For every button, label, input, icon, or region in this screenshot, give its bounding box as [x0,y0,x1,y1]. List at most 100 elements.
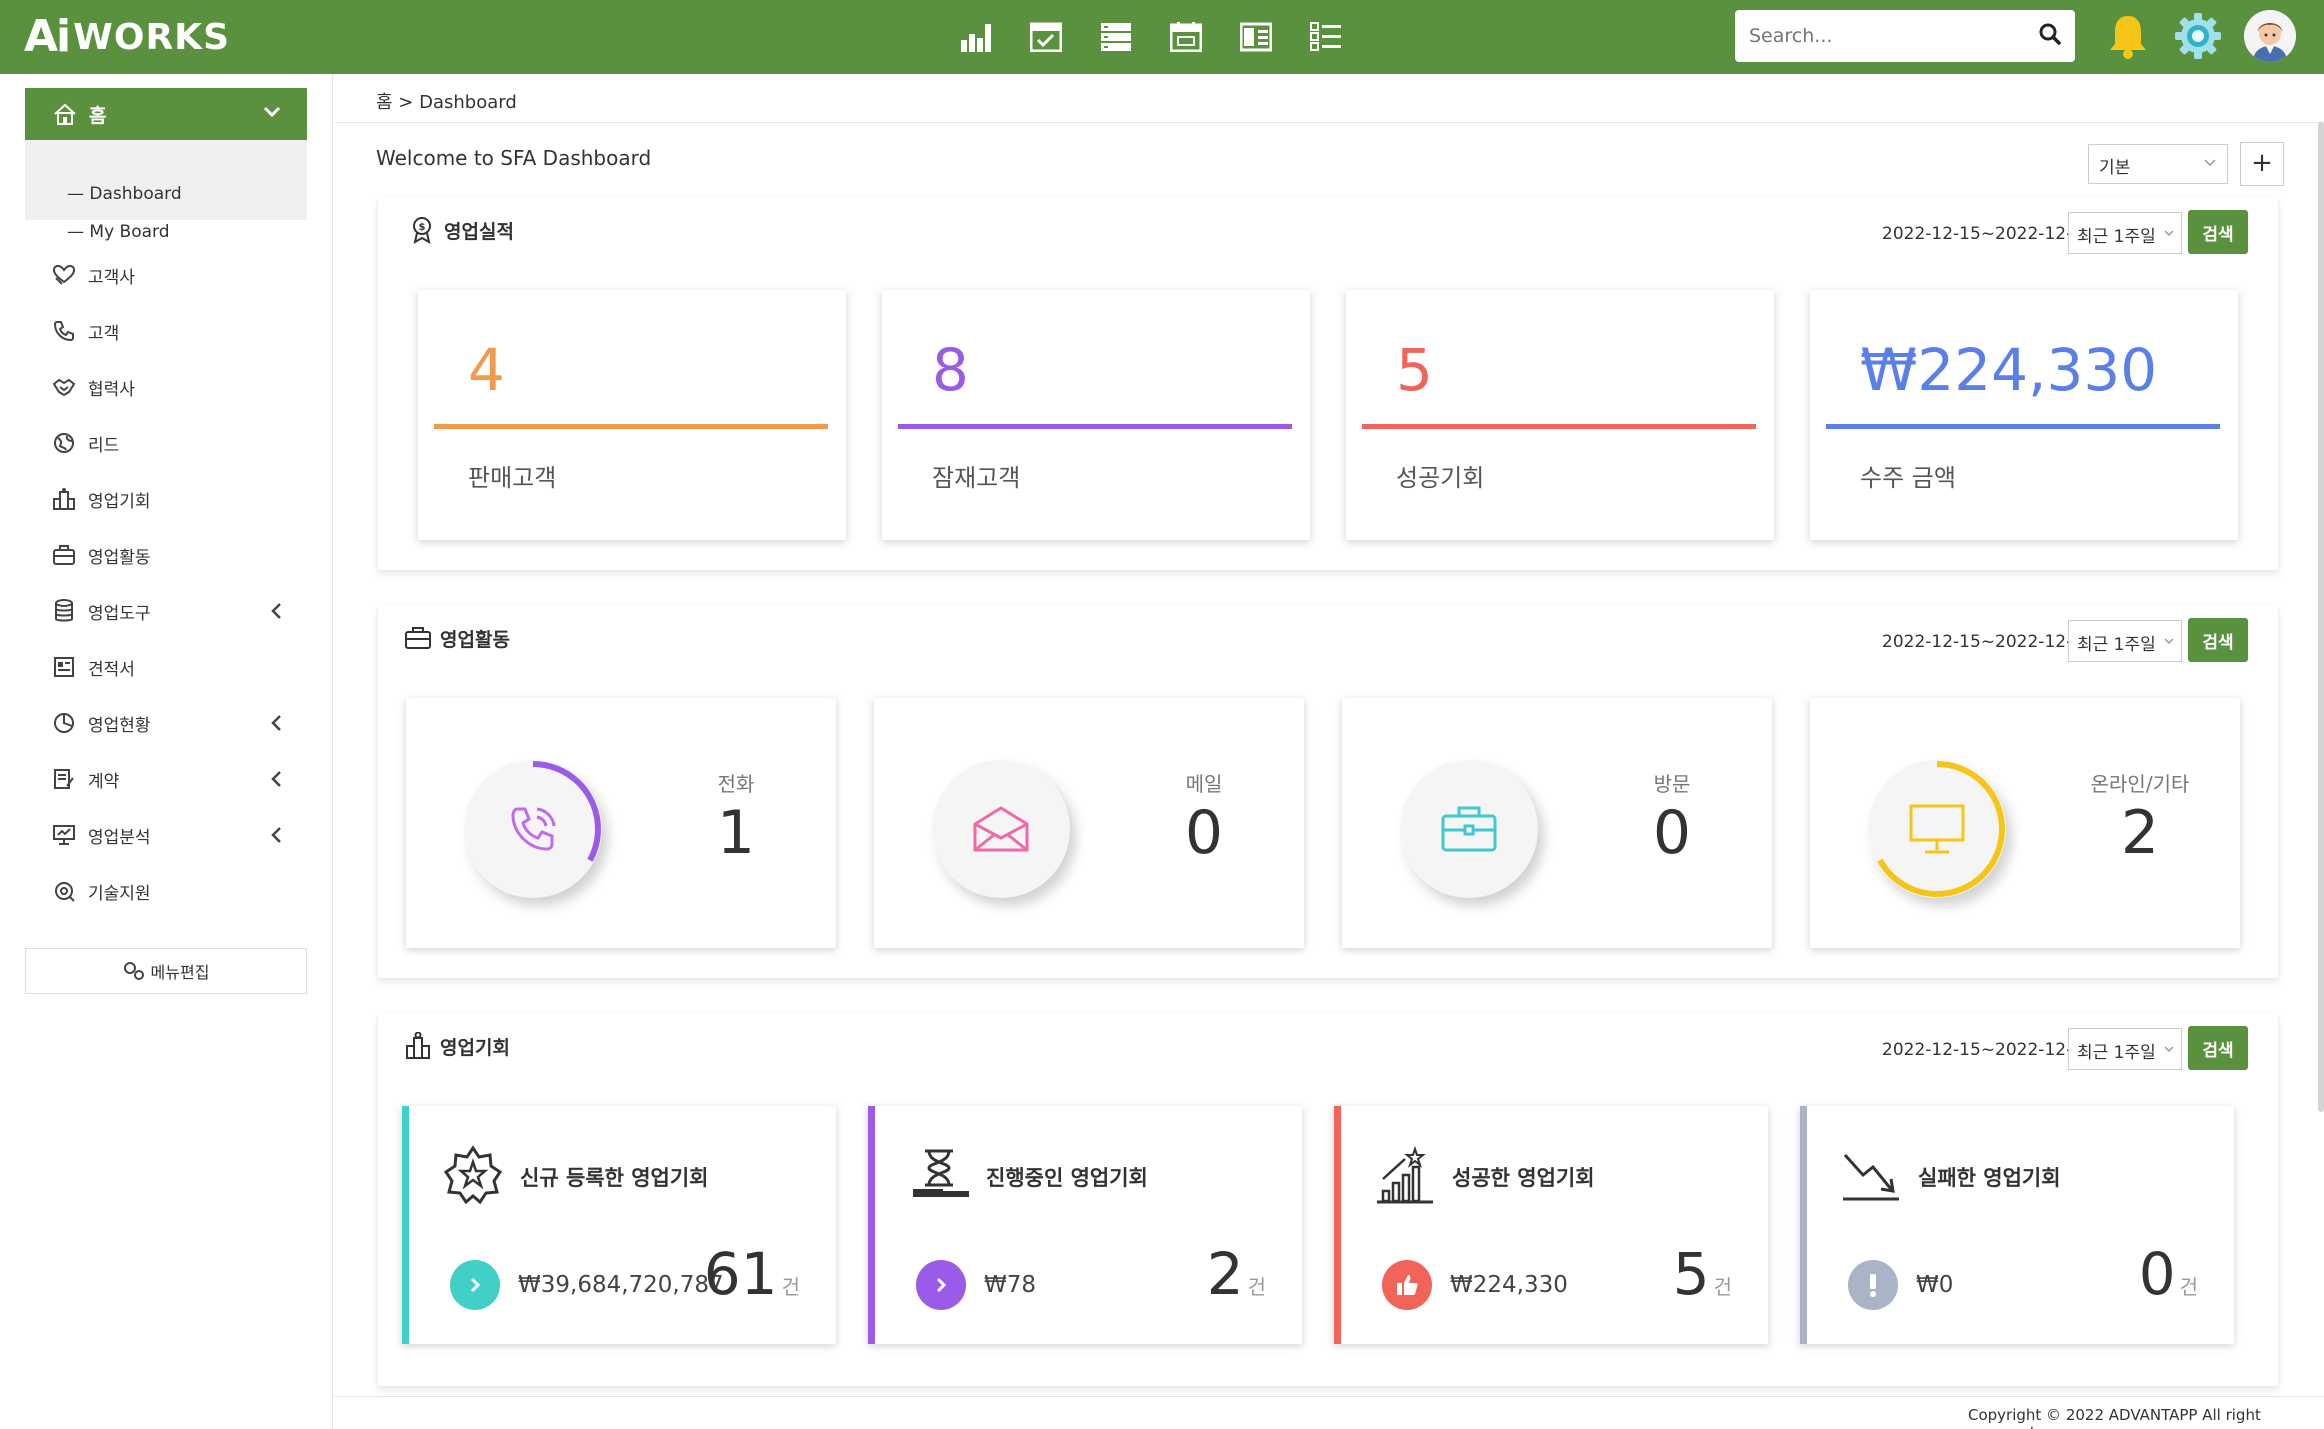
kpi-card-order-amount[interactable]: ₩224,330 수주 금액 [1810,290,2238,540]
opportunity-card-in-progress[interactable]: 진행중인 영업기회 ₩78 2건 [868,1106,1302,1344]
document-icon [52,655,76,679]
search-button[interactable]: 검색 [2188,210,2248,254]
kpi-card-won-opportunities[interactable]: 5 성공기회 [1346,290,1774,540]
panel-title: 영업활동 [404,624,510,652]
footer-copyright: Copyright © 2022 ADVANTAPP All right res… [1968,1406,2261,1429]
opportunity-title: 성공한 영업기회 [1452,1166,1595,1190]
chevron-down-icon [2163,1040,2175,1060]
kpi-label: 수주 금액 [1860,464,1956,492]
bar-chart-icon[interactable] [960,14,992,60]
kpi-card-sales-customers[interactable]: 4 판매고객 [418,290,846,540]
count-unit: 건 [781,1275,800,1299]
sales-performance-panel: $ 영업실적 2022-12-15~2022-12-22 최근 1주일 검색 4… [378,198,2278,570]
sidebar-item-activity[interactable]: 영업활동 [52,540,292,570]
activity-card-mail[interactable]: 메일 0 [874,698,1304,948]
page-scrollbar[interactable] [2318,122,2324,1112]
presentation-icon [52,823,76,847]
sidebar-item-home[interactable]: 홈 [25,88,307,140]
opportunity-amount: ₩0 [1916,1272,1954,1298]
logo-ai: Ai [24,11,71,62]
period-value: 최근 1주일 [2077,1043,2156,1063]
sidebar-item-analysis[interactable]: 영업분석 [52,820,292,850]
phone-ring-icon [464,760,602,898]
checklist-icon[interactable] [1310,14,1342,60]
chevron-down-icon [2163,224,2175,244]
activity-card-phone[interactable]: 전화 1 [406,698,836,948]
panel-title: 영업기회 [404,1032,510,1060]
app-logo[interactable]: Ai WORKS [24,12,230,62]
opportunity-accent-bar [1334,1106,1341,1344]
layout-select[interactable]: 기본 [2088,144,2228,184]
period-select[interactable]: 최근 1주일 [2068,1028,2182,1070]
opportunity-title: 진행중인 영업기회 [986,1166,1148,1190]
sidebar-item-contract[interactable]: 계약 [52,764,292,794]
calendar-icon[interactable] [1170,14,1202,60]
sub-item-label: Dashboard [89,184,182,204]
calendar-check-icon[interactable] [1030,14,1062,60]
database-icon [52,599,76,623]
activity-card-online[interactable]: 온라인/기타 2 [1810,698,2240,948]
sidebar-item-tech-support[interactable]: 기술지원 [52,876,292,906]
gear-icon[interactable] [2174,12,2222,60]
sidebar-item-quote[interactable]: 견적서 [52,652,292,682]
star-badge-icon [442,1144,504,1206]
period-value: 최근 1주일 [2077,227,2156,247]
chevron-right-icon[interactable] [916,1260,966,1310]
chevron-down-icon [2163,632,2175,652]
user-avatar-icon[interactable] [2244,10,2296,62]
sidebar-item-lead[interactable]: 리드 [52,428,292,458]
chevron-right-icon[interactable] [450,1260,500,1310]
menu-edit-button[interactable]: 메뉴편집 [25,948,307,994]
sidebar-sub-item-dashboard[interactable]: — Dashboard [67,184,182,204]
opportunity-card-new[interactable]: 신규 등록한 영업기회 ₩39,684,720,787 61 건 [402,1106,836,1344]
activity-label: 전화 [717,772,755,796]
activity-progress-ring [1868,760,2006,898]
search-button[interactable]: 검색 [2188,1026,2248,1070]
sidebar-item-sales-tools[interactable]: 영업도구 [52,596,292,626]
briefcase-icon [404,624,432,652]
kpi-card-potential-customers[interactable]: 8 잠재고객 [882,290,1310,540]
add-widget-button[interactable]: + [2240,142,2284,186]
count-value: 0 [2138,1240,2176,1308]
chevron-down-icon [2203,155,2217,175]
breadcrumb-divider [334,122,2324,123]
top-bar: Ai WORKS [0,0,2324,74]
kpi-underline [434,424,828,429]
search-button[interactable]: 검색 [2188,618,2248,662]
opportunity-accent-bar [402,1106,409,1344]
search-input[interactable] [1749,25,2039,47]
search-icon[interactable] [2039,23,2061,49]
sidebar-item-status[interactable]: 영업현황 [52,708,292,738]
board-icon[interactable] [1240,14,1272,60]
sidebar-item-partner[interactable]: 협력사 [52,372,292,402]
footer-divider [334,1396,2324,1397]
bell-icon[interactable] [2106,12,2150,60]
breadcrumb[interactable]: 홈 > Dashboard [376,88,517,114]
opportunity-card-won[interactable]: 성공한 영업기회 ₩224,330 5건 [1334,1106,1768,1344]
kpi-value: 5 [1396,336,1433,404]
sidebar-item-customer[interactable]: 고객 [52,316,292,346]
opportunity-card-lost[interactable]: 실패한 영업기회 ₩0 0건 [1800,1106,2234,1344]
monitor-icon [1868,760,2006,898]
activity-value: 1 [716,798,756,868]
kpi-value: 4 [468,336,505,404]
opportunity-accent-bar [1800,1106,1807,1344]
sidebar-item-label: 영업활동 [88,547,151,568]
list-icon[interactable] [1100,14,1132,60]
period-select[interactable]: 최근 1주일 [2068,212,2182,254]
building-icon [404,1032,432,1060]
activity-progress-ring [464,760,602,898]
count-unit: 건 [1713,1275,1732,1299]
sidebar-item-opportunity[interactable]: 영업기회 [52,484,292,514]
mail-icon [932,760,1070,898]
period-select[interactable]: 최근 1주일 [2068,620,2182,662]
count-unit: 건 [2179,1275,2198,1299]
sidebar-item-customer-company[interactable]: 고객사 [52,260,292,290]
briefcase-icon [52,543,76,567]
activity-card-visit[interactable]: 방문 0 [1342,698,1772,948]
date-range: 2022-12-15~2022-12-22 [1882,632,2094,652]
sidebar-sub-item-my-board[interactable]: — My Board [67,222,170,242]
exclamation-icon[interactable] [1848,1260,1898,1310]
sidebar-item-label: 견적서 [88,659,135,680]
thumbs-up-icon[interactable] [1382,1260,1432,1310]
